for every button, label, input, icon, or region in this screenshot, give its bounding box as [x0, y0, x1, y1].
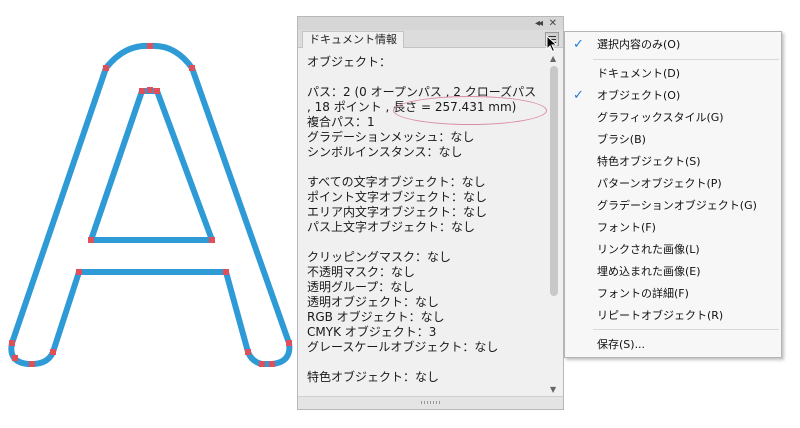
menu-item-label: フォントの詳細(F): [597, 287, 689, 300]
scroll-thumb[interactable]: [550, 66, 558, 296]
artwork-letter-a[interactable]: [0, 0, 300, 428]
info-line: エリア内文字オブジェクト：なし: [307, 205, 488, 219]
anchor-point[interactable]: [147, 87, 153, 93]
anchor-point[interactable]: [209, 237, 215, 243]
anchor-point[interactable]: [29, 361, 35, 367]
scrollbar[interactable]: ▲ ▼: [549, 54, 559, 394]
info-line: 特色オブジェクト：なし: [307, 370, 440, 384]
menu-item[interactable]: ✓ オブジェクト(O): [565, 85, 781, 107]
inner-path: [88, 88, 215, 243]
anchor-point[interactable]: [245, 349, 251, 355]
info-line: [307, 160, 539, 175]
info-line: [307, 70, 539, 85]
info-line: クリッピングマスク：なし: [307, 250, 452, 264]
menu-item[interactable]: ブラシ(B): [565, 129, 781, 151]
anchor-point[interactable]: [189, 65, 195, 71]
info-line: [307, 235, 539, 250]
menu-item-label: ドキュメント(D): [597, 67, 681, 80]
menu-item[interactable]: 特色オブジェクト(S): [565, 151, 781, 173]
menu-separator: [593, 59, 779, 60]
collapse-icon[interactable]: ◂◂: [535, 17, 543, 30]
tab-document-info[interactable]: ドキュメント情報: [302, 31, 404, 48]
anchor-point[interactable]: [154, 88, 160, 94]
menu-item[interactable]: フォント(F): [565, 217, 781, 239]
mouse-cursor-icon: [546, 35, 558, 53]
menu-item-label: リピートオブジェクト(R): [597, 309, 724, 322]
anchor-point[interactable]: [76, 269, 82, 275]
anchor-point[interactable]: [147, 43, 153, 49]
info-line: グラデーションメッシュ：なし: [307, 130, 475, 144]
close-icon[interactable]: ✕: [549, 17, 557, 30]
info-line: 透明オブジェクト：なし: [307, 295, 440, 309]
scroll-down-icon[interactable]: ▼: [550, 385, 556, 394]
menu-item[interactable]: グラフィックスタイル(G): [565, 107, 781, 129]
menu-item-label: パターンオブジェクト(P): [597, 177, 722, 190]
grip-icon: [420, 401, 441, 404]
anchor-point[interactable]: [269, 361, 275, 367]
checkmark-icon: ✓: [573, 88, 584, 103]
menu-item-label: 特色オブジェクト(S): [597, 155, 701, 168]
anchor-point[interactable]: [103, 65, 109, 71]
scroll-up-icon[interactable]: ▲: [550, 54, 556, 63]
menu-item[interactable]: ✓ 選択内容のみ(O): [565, 34, 781, 56]
info-line: グレースケールオブジェクト：なし: [307, 340, 499, 354]
info-line: シンボルインスタンス：なし: [307, 145, 463, 159]
menu-item[interactable]: 埋め込まれた画像(E): [565, 261, 781, 283]
panel-titlebar[interactable]: ◂◂ ✕: [298, 17, 563, 31]
menu-item[interactable]: パターンオブジェクト(P): [565, 173, 781, 195]
menu-item[interactable]: リンクされた画像(L): [565, 239, 781, 261]
info-line: 透明グループ：なし: [307, 280, 415, 294]
checkmark-icon: ✓: [573, 37, 584, 52]
info-line: ポイント文字オブジェクト：なし: [307, 190, 488, 204]
menu-item-label: リンクされた画像(L): [597, 243, 700, 256]
anchor-point[interactable]: [259, 361, 265, 367]
menu-item-label: ブラシ(B): [597, 133, 646, 146]
menu-item-label: グラフィックスタイル(G): [597, 111, 724, 124]
anchor-points: [9, 43, 292, 367]
document-info-panel: ◂◂ ✕ ドキュメント情報 オブジェクト： パス：2 (0 オープンパス , 2 …: [297, 16, 564, 410]
menu-item-label: 埋め込まれた画像(E): [597, 265, 701, 278]
anchor-point[interactable]: [88, 237, 94, 243]
anchor-point[interactable]: [9, 340, 15, 346]
menu-item[interactable]: ドキュメント(D): [565, 63, 781, 85]
menu-item-label: 保存(S)...: [597, 338, 646, 351]
info-line: 不透明マスク：なし: [307, 265, 416, 279]
highlight-annotation: [393, 96, 547, 125]
info-line: パス上文字オブジェクト：なし: [307, 220, 476, 234]
menu-item[interactable]: グラデーションオブジェクト(G): [565, 195, 781, 217]
menu-item-label: フォント(F): [597, 221, 656, 234]
menu-item[interactable]: フォントの詳細(F): [565, 283, 781, 305]
menu-item-label: 選択内容のみ(O): [597, 38, 681, 51]
anchor-point[interactable]: [223, 269, 229, 275]
menu-item[interactable]: 保存(S)...: [565, 334, 781, 356]
anchor-point[interactable]: [286, 340, 292, 346]
menu-item-label: オブジェクト(O): [597, 89, 681, 102]
menu-item-label: グラデーションオブジェクト(G): [597, 199, 757, 212]
info-line: CMYK オブジェクト：3: [307, 325, 437, 339]
info-line: [307, 355, 539, 370]
anchor-point[interactable]: [50, 349, 56, 355]
info-line: RGB オブジェクト：なし: [307, 310, 445, 324]
menu-separator: [593, 329, 779, 330]
panel-flyout-menu: ✓ 選択内容のみ(O) ドキュメント(D) ✓ オブジェクト(O) グラフィックスタイル(…: [564, 31, 782, 358]
resize-grip[interactable]: [298, 396, 563, 409]
menu-item[interactable]: リピートオブジェクト(R): [565, 305, 781, 327]
info-line: オブジェクト：: [307, 55, 392, 69]
anchor-point[interactable]: [139, 88, 145, 94]
anchor-point[interactable]: [12, 355, 18, 361]
panel-tab-strip: ドキュメント情報: [298, 30, 563, 48]
info-line: すべての文字オブジェクト：なし: [307, 175, 486, 189]
